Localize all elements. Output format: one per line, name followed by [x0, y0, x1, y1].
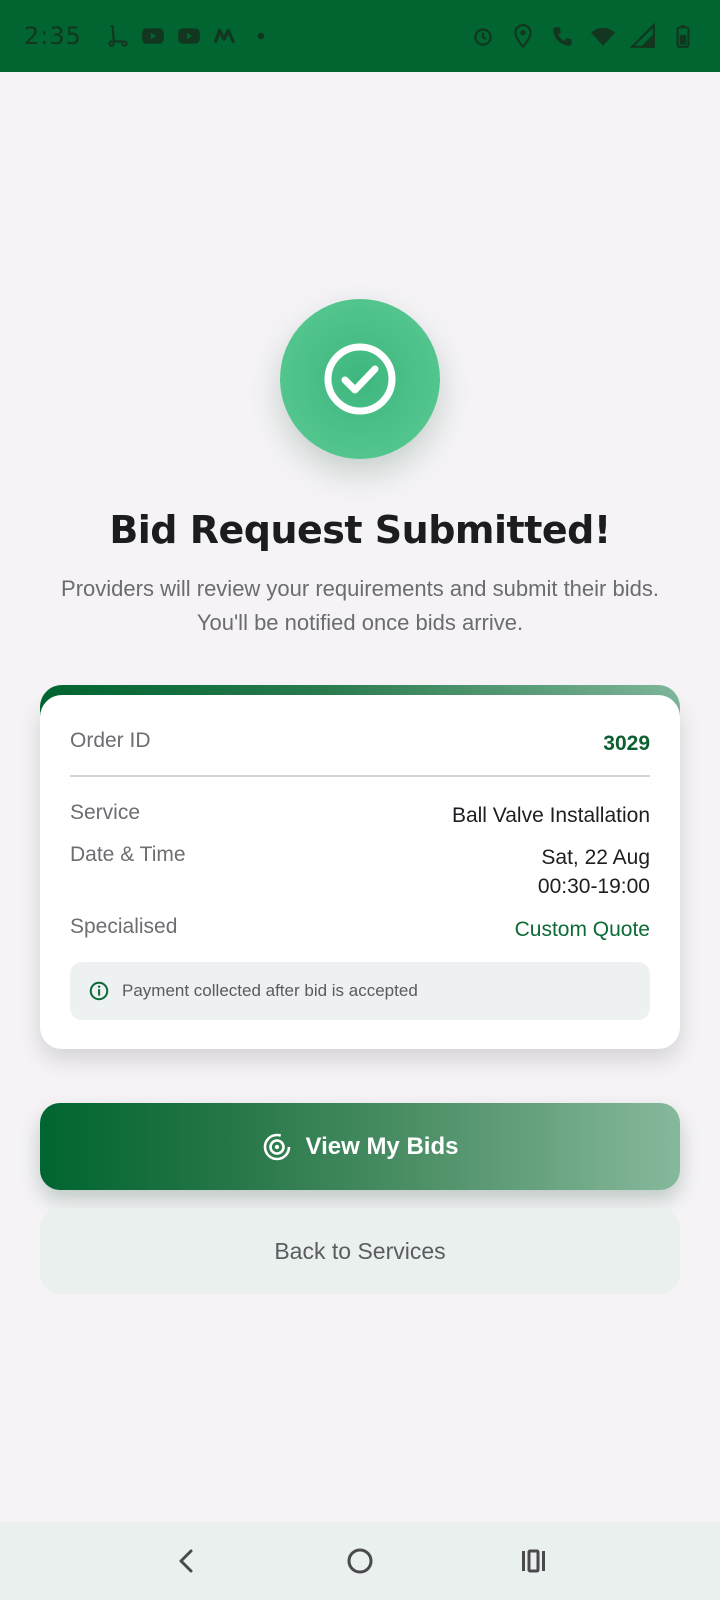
- dot-icon: [248, 23, 274, 49]
- service-row: Service Ball Valve Installation: [70, 801, 650, 830]
- back-chevron-icon: [179, 1549, 193, 1573]
- location-icon: [510, 23, 536, 49]
- specialised-value: Custom Quote: [514, 918, 650, 941]
- time-value: 00:30-19:00: [537, 875, 650, 898]
- date-value: Sat, 22 Aug: [541, 846, 650, 869]
- success-badge: [280, 299, 440, 459]
- specialised-label: Specialised: [70, 915, 178, 938]
- check-circle-icon: [324, 343, 396, 415]
- m-logo-icon: [212, 23, 238, 49]
- order-summary-card: Order ID 3029 Service Ball Valve Install…: [40, 695, 680, 1049]
- status-time: 2:35: [24, 22, 82, 50]
- home-circle-icon: [347, 1548, 373, 1574]
- view-my-bids-button[interactable]: View My Bids: [40, 1103, 680, 1190]
- battery-icon: [670, 23, 696, 49]
- home-nav-button[interactable]: [340, 1541, 380, 1581]
- service-label: Service: [70, 801, 141, 824]
- recents-nav-button[interactable]: [513, 1541, 553, 1581]
- back-to-services-button[interactable]: Back to Services: [40, 1208, 680, 1294]
- divider: [70, 775, 650, 777]
- order-id-label: Order ID: [70, 729, 151, 752]
- payment-info-box: Payment collected after bid is accepted: [70, 962, 650, 1020]
- youtube-icon: [176, 23, 202, 49]
- specialised-row: Specialised Custom Quote: [70, 915, 650, 944]
- status-bar: 2:35: [0, 0, 720, 72]
- recents-icon: [522, 1549, 546, 1573]
- order-id-row: Order ID 3029: [70, 729, 650, 758]
- wifi-icon: [590, 23, 616, 49]
- view-my-bids-label: View My Bids: [305, 1132, 459, 1160]
- order-id-value: 3029: [603, 732, 650, 755]
- service-value: Ball Valve Installation: [451, 804, 650, 827]
- datetime-row: Date & Time Sat, 22 Aug 00:30-19:00: [70, 843, 650, 901]
- datetime-label: Date & Time: [70, 843, 186, 866]
- back-nav-button[interactable]: [167, 1541, 207, 1581]
- youtube-icon: [140, 23, 166, 49]
- alarm-icon: [470, 23, 496, 49]
- scooter-icon: [104, 23, 130, 49]
- wifi-call-icon: [550, 23, 576, 49]
- radar-icon: [262, 1132, 292, 1162]
- signal-icon: [630, 23, 656, 49]
- page-title: Bid Request Submitted!: [109, 508, 611, 552]
- back-to-services-label: Back to Services: [274, 1237, 446, 1264]
- system-nav-bar: [0, 1522, 720, 1600]
- info-icon: [88, 980, 110, 1002]
- page-subtitle: Providers will review your requirements …: [61, 576, 659, 635]
- datetime-value: Sat, 22 Aug 00:30-19:00: [538, 843, 650, 901]
- payment-info-text: Payment collected after bid is accepted: [122, 981, 418, 1000]
